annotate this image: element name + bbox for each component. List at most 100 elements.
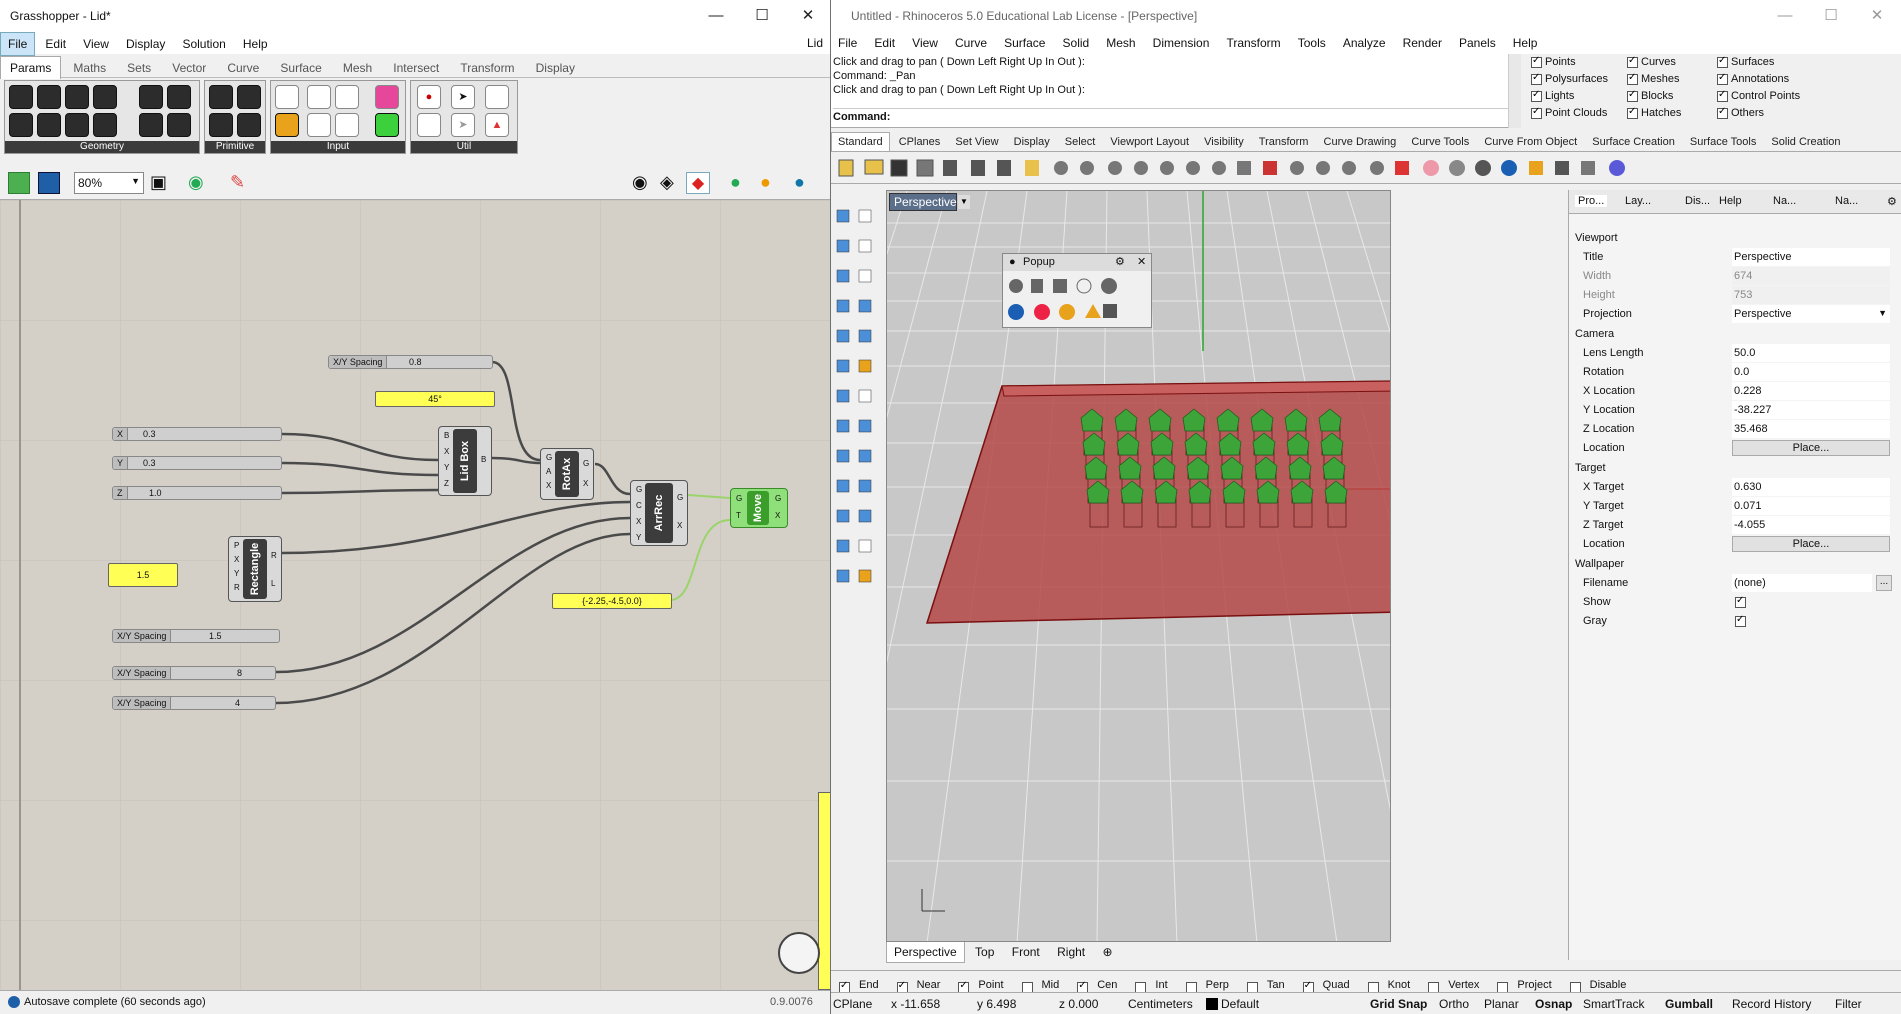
param-icon[interactable] [275,85,299,109]
output-pin[interactable]: X [677,521,682,530]
gray-checkbox[interactable] [1735,614,1746,627]
tab-standard[interactable]: Standard [831,132,890,151]
tab-select[interactable]: Select [1059,133,1102,151]
param-icon[interactable] [375,113,399,137]
input-pin[interactable]: Z [444,479,449,488]
minimize-icon[interactable]: — [1762,0,1808,32]
save-icon[interactable] [38,172,60,194]
rh-menu-mesh[interactable]: Mesh [1099,32,1142,54]
grid-snap-toggle[interactable]: Grid Snap [1370,997,1427,1011]
z-location-field[interactable]: 35.468 [1732,420,1890,438]
lens-field[interactable]: 50.0 [1732,344,1890,362]
input-pin[interactable]: X [546,481,551,490]
cherry-icon[interactable]: ● [417,85,441,109]
color-icon[interactable]: ● [760,172,771,193]
input-pin[interactable]: C [636,501,642,510]
param-icon[interactable] [237,113,261,137]
show-checkbox[interactable] [1735,595,1746,608]
tab-maths[interactable]: Maths [64,57,115,79]
osnap-checkbox[interactable] [1135,981,1147,993]
gh-canvas[interactable]: X/Y Spacing 0.8 45° X 0.3 Y 0.3 Z 1.0 B … [0,200,830,990]
checkbox[interactable] [1531,89,1542,102]
tab-right[interactable]: Right [1050,942,1092,962]
param-icon[interactable] [237,85,261,109]
filter-toggle[interactable]: Filter [1835,997,1862,1011]
param-icon[interactable] [37,113,61,137]
maximize-icon[interactable]: ☐ [739,0,785,32]
scrollbar[interactable] [1508,54,1521,128]
tab-display[interactable]: Display [527,57,584,79]
y-location-field[interactable]: -38.227 [1732,401,1890,419]
slider-xy-spacing[interactable]: X/Y Spacing 0.8 [328,355,493,369]
open-file-icon[interactable] [8,172,30,194]
input-pin[interactable]: R [234,583,240,592]
osnap-checkbox[interactable] [839,980,850,993]
rh-titlebar[interactable]: Untitled - Rhinoceros 5.0 Educational La… [831,0,1901,32]
units-label[interactable]: Centimeters [1128,997,1193,1011]
output-pin[interactable]: L [271,579,275,588]
output-pin[interactable]: B [481,455,486,464]
rh-menu-analyze[interactable]: Analyze [1336,32,1393,54]
tab-display[interactable]: Display [1008,133,1056,151]
panel-offscreen[interactable] [818,792,830,990]
side-tool-icons[interactable] [831,190,881,710]
perspective-viewport[interactable]: Perspective ▼ ● Popup ⚙ ✕ [886,190,1391,942]
planar-toggle[interactable]: Planar [1484,997,1519,1011]
osnap-checkbox[interactable] [1246,981,1258,993]
checkbox[interactable] [1717,55,1728,68]
param-icon[interactable] [167,85,191,109]
arrow-right-icon[interactable]: ➤ [451,85,475,109]
slider-xy-spacing[interactable]: X/Y Spacing 4 [112,696,276,710]
tab-properties[interactable]: Pro... [1575,195,1608,207]
z-target-field[interactable]: -4.055 [1732,516,1890,534]
tab-params[interactable]: Params [0,56,62,79]
command-history[interactable]: Click and drag to pan ( Down Left Right … [831,54,1521,128]
zoom-select[interactable]: 80% ▼ [74,172,144,194]
osnap-item[interactable]: End [835,975,884,993]
param-icon[interactable] [65,85,89,109]
flask-icon[interactable]: ▲ [485,113,509,137]
gh-menu-display[interactable]: Display [119,33,172,55]
x-location-field[interactable]: 0.228 [1732,382,1890,400]
osnap-item[interactable]: Project [1493,975,1556,993]
param-icon[interactable] [93,113,117,137]
osnap-checkbox[interactable] [1367,981,1379,993]
preview-mesh-icon[interactable]: ● [730,172,741,193]
tab-transform[interactable]: Transform [1253,133,1315,151]
smarttrack-toggle[interactable]: SmartTrack [1583,997,1645,1011]
tab-curve[interactable]: Curve [218,57,268,79]
gh-titlebar[interactable]: Grasshopper - Lid* — ☐ ✕ [0,0,830,32]
component-move[interactable]: G T Move G X [730,488,788,528]
title-field[interactable]: Perspective [1732,248,1890,266]
tab-intersect[interactable]: Intersect [384,57,448,79]
chevron-down-icon[interactable]: ▼ [958,195,970,209]
navigation-widget[interactable] [778,932,820,974]
gear-icon[interactable]: ⚙ [1115,255,1125,268]
tab-help[interactable]: Help [1719,195,1742,207]
popup-icons[interactable] [1003,272,1153,328]
osnap-item[interactable]: Near [893,975,946,993]
gh-doc-name[interactable]: Lid [800,32,830,54]
osnap-checkbox[interactable] [1428,981,1440,993]
param-icon[interactable] [275,113,299,137]
checkbox[interactable] [1717,89,1728,102]
place-camera-button[interactable]: Place... [1732,440,1890,456]
osnap-item[interactable]: Int [1131,975,1172,993]
osnap-checkbox[interactable] [1077,980,1089,993]
arrow-right-icon[interactable]: ➤ [451,113,475,137]
browse-button[interactable]: ... [1876,575,1892,591]
preview-off-icon[interactable]: ◉ [632,172,648,193]
rh-menu-view[interactable]: View [905,32,945,54]
record-history-toggle[interactable]: Record History [1732,997,1811,1011]
minimize-icon[interactable]: — [693,0,739,32]
gumball-toggle[interactable]: Gumball [1665,997,1713,1011]
param-icon[interactable] [139,85,163,109]
slider-z[interactable]: Z 1.0 [112,486,282,500]
param-icon[interactable] [335,85,359,109]
tab-curve-from-object[interactable]: Curve From Object [1478,133,1583,151]
gh-menu-help[interactable]: Help [236,33,275,55]
param-icon[interactable] [417,113,441,137]
component-lid-box[interactable]: B X Y Z Lid Box B [438,426,492,496]
param-icon[interactable] [167,113,191,137]
osnap-item[interactable]: Tan [1243,975,1290,993]
